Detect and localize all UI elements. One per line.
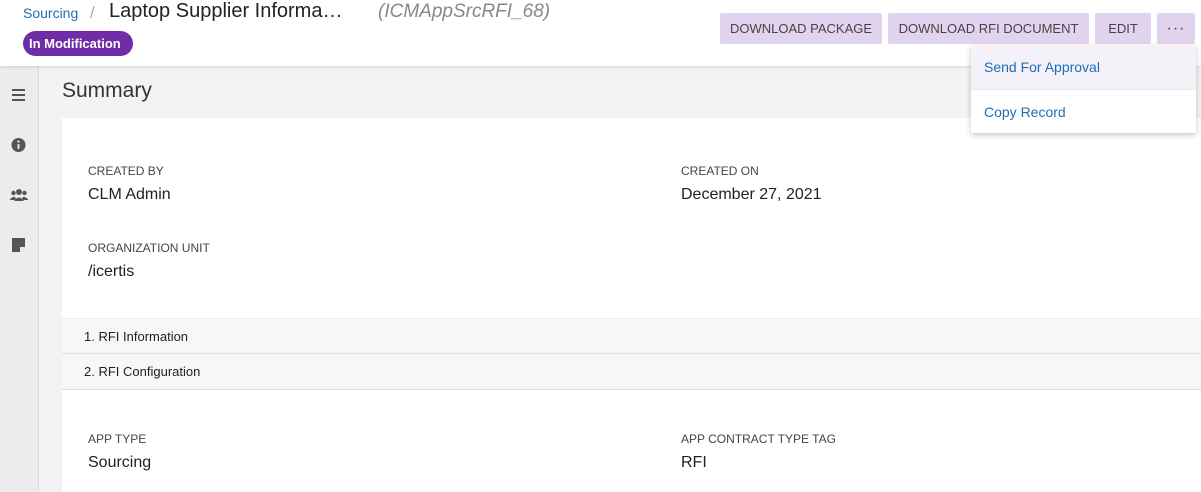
more-actions-button[interactable]: ··· bbox=[1157, 13, 1195, 44]
section-rfi-configuration[interactable]: 2. RFI Configuration bbox=[62, 354, 1201, 390]
created-by-label: CREATED BY bbox=[88, 164, 164, 178]
organization-unit-value: /icertis bbox=[88, 263, 135, 280]
summary-panel: CREATED BY CLM Admin CREATED ON December… bbox=[62, 118, 1201, 492]
record-code: (ICMAppSrcRFI_68) bbox=[378, 1, 551, 22]
status-badge: In Modification bbox=[23, 31, 133, 56]
menu-icon[interactable] bbox=[9, 86, 29, 104]
menu-item-copy-record[interactable]: Copy Record bbox=[971, 89, 1196, 133]
app-contract-type-tag-label: APP CONTRACT TYPE TAG bbox=[681, 432, 836, 446]
created-on-label: CREATED ON bbox=[681, 164, 759, 178]
team-icon[interactable] bbox=[9, 186, 29, 204]
created-by-value: CLM Admin bbox=[88, 186, 171, 203]
app-type-label: APP TYPE bbox=[88, 432, 147, 446]
left-rail bbox=[0, 66, 39, 492]
download-rfi-document-button[interactable]: DOWNLOAD RFI DOCUMENT bbox=[888, 13, 1089, 44]
breadcrumb-separator: / bbox=[90, 3, 95, 22]
app-type-value: Sourcing bbox=[88, 454, 152, 471]
summary-title: Summary bbox=[62, 79, 152, 102]
more-actions-menu: Send For Approval Copy Record bbox=[971, 45, 1196, 133]
edit-button[interactable]: EDIT bbox=[1095, 13, 1151, 44]
breadcrumb-sourcing[interactable]: Sourcing bbox=[23, 5, 78, 21]
menu-item-send-for-approval[interactable]: Send For Approval bbox=[971, 45, 1196, 89]
app-contract-type-tag-value: RFI bbox=[681, 454, 707, 471]
created-on-value: December 27, 2021 bbox=[681, 186, 822, 203]
download-package-button[interactable]: DOWNLOAD PACKAGE bbox=[720, 13, 882, 44]
info-icon[interactable] bbox=[9, 136, 29, 154]
organization-unit-label: ORGANIZATION UNIT bbox=[88, 241, 210, 255]
section-rfi-information[interactable]: 1. RFI Information bbox=[62, 318, 1201, 354]
page-title: Laptop Supplier Informa… bbox=[109, 0, 343, 22]
note-icon[interactable] bbox=[9, 236, 29, 254]
